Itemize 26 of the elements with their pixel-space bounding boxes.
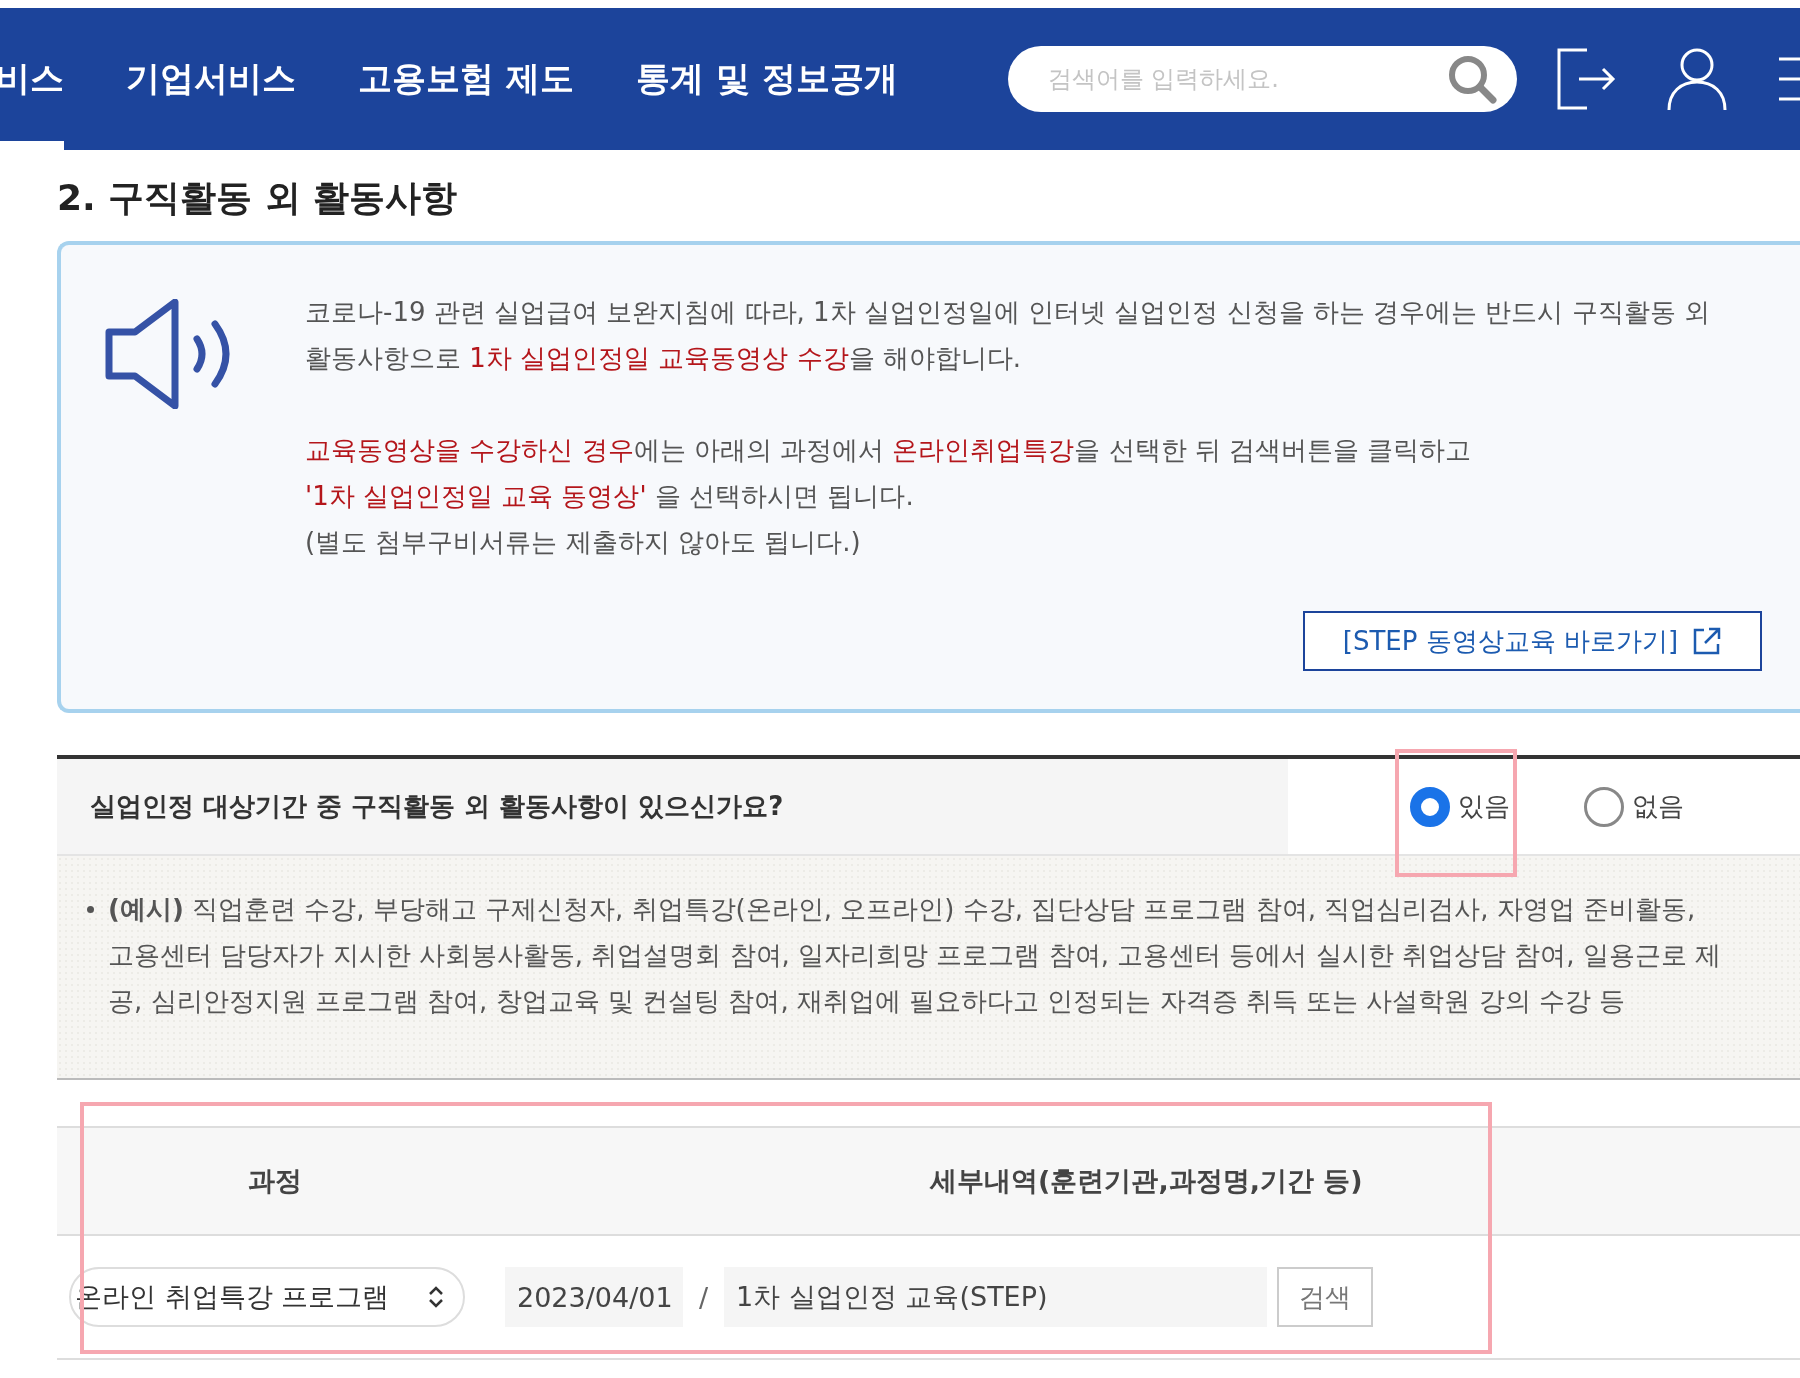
nav-menu-item[interactable]: 기업서비스 — [126, 8, 296, 150]
notice-paragraph: 교육동영상을 수강하신 경우에는 아래의 과정에서 온라인취업특강을 선택한 뒤 검색버튼을 클릭하고 '1차 실업인정일 교육 동영상' 을 선택하시면 됩니다. (별도 첨부구비서류는 제출하지 않아도 됩니다.) — [305, 434, 1473, 559]
question-text: 실업인정 대상기간 중 구직활동 외 활동사항이 있으신가요? — [90, 790, 785, 823]
radio-option[interactable]: 있음 — [1410, 786, 1584, 827]
search-button[interactable]: 검색 — [1277, 1267, 1374, 1327]
detail-field[interactable]: 1차 실업인정 교육(STEP) — [724, 1267, 1268, 1327]
radio-button[interactable] — [1584, 786, 1624, 827]
examples-text: (예시) 직업훈련 수강, 부당해고 구제신청자, 취업특강(온라인, 오프라인) 수강, 집단상담 프로그램 참여, 직업심리검사, 자영업 준비활동, 고용센터 담당자가 지시한 사회봉사활동, 취업설명회 참여, 일자리희망 프로그램 참여, 고용센터 등에서 실시한 취업상담 참여, 일용근로 제공, 심리안정지원 프로그램 참여, 창업교육 및 컨설팅 참여, 재취업에 필요하다고 인정되는 자격증 취득 또는 사설학원 강의 수강 등 — [108, 893, 1723, 1018]
logout-icon[interactable] — [1556, 48, 1617, 110]
nav-menu-item[interactable]: 고용보험 제도 — [358, 8, 574, 150]
menu-icon[interactable] — [1776, 56, 1800, 102]
external-link-icon — [1692, 626, 1723, 656]
separator-text: / — [699, 1281, 709, 1313]
sort-arrows-icon — [427, 1285, 445, 1309]
date-field[interactable]: 2023/04/01 — [505, 1267, 683, 1327]
column-header: 세부내역(훈련기관,과정명,기간 등) — [928, 1164, 1364, 1198]
user-icon[interactable] — [1666, 47, 1727, 111]
column-header: 과정 — [246, 1164, 303, 1198]
bullet-icon — [87, 906, 94, 913]
video-education-link-button[interactable]: [STEP 동영상교육 바로가기] — [1303, 611, 1762, 671]
radio-option[interactable]: 없음 — [1584, 786, 1784, 827]
radio-button[interactable] — [1410, 786, 1450, 827]
nav-menu-item[interactable]: 통계 및 정보공개 — [635, 8, 898, 150]
section-title: 2. 구직활동 외 활동사항 — [57, 176, 459, 220]
notice-paragraph: 코로나-19 관련 실업급여 보완지침에 따라, 1차 실업인정일에 인터넷 실업인정 신청을 하는 경우에는 반드시 구직활동 외 활동사항으로 1차 실업인정일 교육동영상 수강을 해야합니다. — [305, 296, 1711, 375]
search-field[interactable]: 검색어를 입력하세요. — [1007, 46, 1517, 112]
